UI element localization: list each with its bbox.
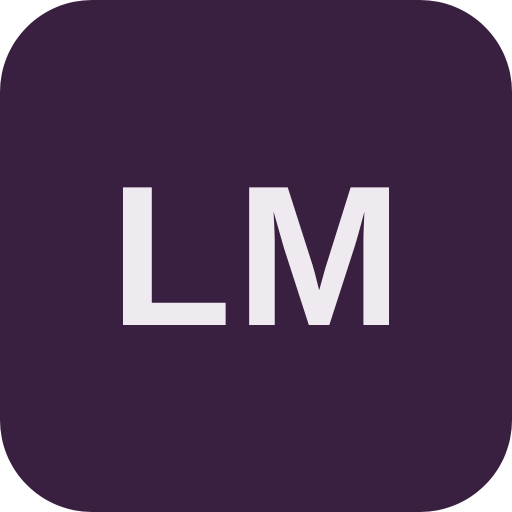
app-icon[interactable]: LM xyxy=(0,0,512,512)
monogram-text: LM xyxy=(109,145,407,368)
